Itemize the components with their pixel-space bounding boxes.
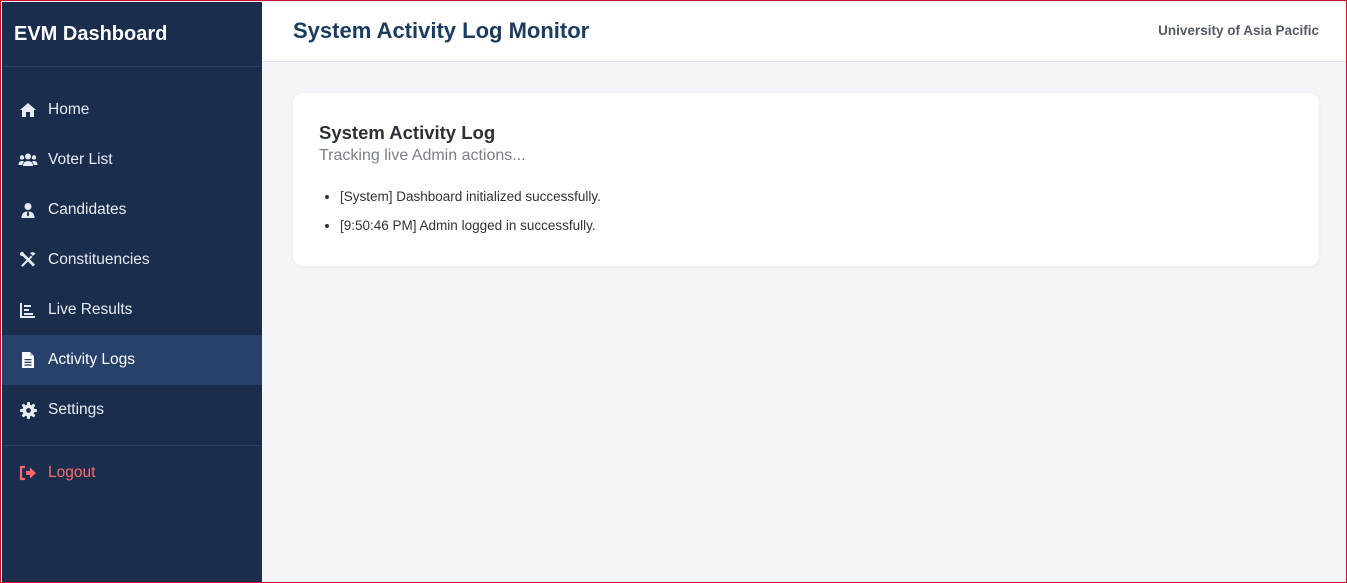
sidebar-item-label: Candidates <box>48 201 127 218</box>
log-entry: [9:50:46 PM] Admin logged in successfull… <box>340 216 601 245</box>
log-entry: [System] Dashboard initialized successfu… <box>340 187 601 216</box>
top-header: System Activity Log Monitor University o… <box>262 2 1346 62</box>
sidebar-item-candidates[interactable]: Candidates <box>2 185 262 235</box>
sidebar-divider <box>2 445 262 446</box>
tools-icon <box>18 251 38 269</box>
brand-title: EVM Dashboard <box>2 2 262 67</box>
chart-icon <box>18 301 38 319</box>
sidebar-item-label: Constituencies <box>48 251 150 268</box>
sidebar-item-label: Live Results <box>48 301 133 318</box>
sidebar-item-label: Home <box>48 101 90 118</box>
users-icon <box>18 151 38 169</box>
card-subtitle: Tracking live Admin actions... <box>319 147 526 164</box>
sidebar-item-label: Settings <box>48 401 105 418</box>
organization-name: University of Asia Pacific <box>1158 23 1319 38</box>
page-title: System Activity Log Monitor <box>293 18 590 43</box>
sidebar-item-label: Activity Logs <box>48 351 136 368</box>
sidebar-item-constituencies[interactable]: Constituencies <box>2 235 262 285</box>
logout-label: Logout <box>48 464 96 481</box>
log-list: [System] Dashboard initialized successfu… <box>319 187 601 245</box>
sign-out-icon <box>18 464 38 482</box>
sidebar-item-activity-logs[interactable]: Activity Logs <box>2 335 262 385</box>
file-icon <box>18 351 38 369</box>
home-icon <box>18 101 38 119</box>
activity-log-card: System Activity Log Tracking live Admin … <box>293 93 1319 266</box>
gear-icon <box>18 401 38 419</box>
sidebar-item-voter-list[interactable]: Voter List <box>2 135 262 185</box>
sidebar-nav: Home Voter List Candidates Constituencie… <box>2 85 262 435</box>
logout-button[interactable]: Logout <box>2 448 262 498</box>
sidebar-item-home[interactable]: Home <box>2 85 262 135</box>
sidebar-item-settings[interactable]: Settings <box>2 385 262 435</box>
sidebar-item-label: Voter List <box>48 151 113 168</box>
card-title: System Activity Log <box>319 122 496 143</box>
sidebar-item-live-results[interactable]: Live Results <box>2 285 262 335</box>
app-window: EVM Dashboard Home Voter List Candidates <box>0 0 1347 583</box>
user-tie-icon <box>18 201 38 219</box>
sidebar: EVM Dashboard Home Voter List Candidates <box>2 2 262 582</box>
